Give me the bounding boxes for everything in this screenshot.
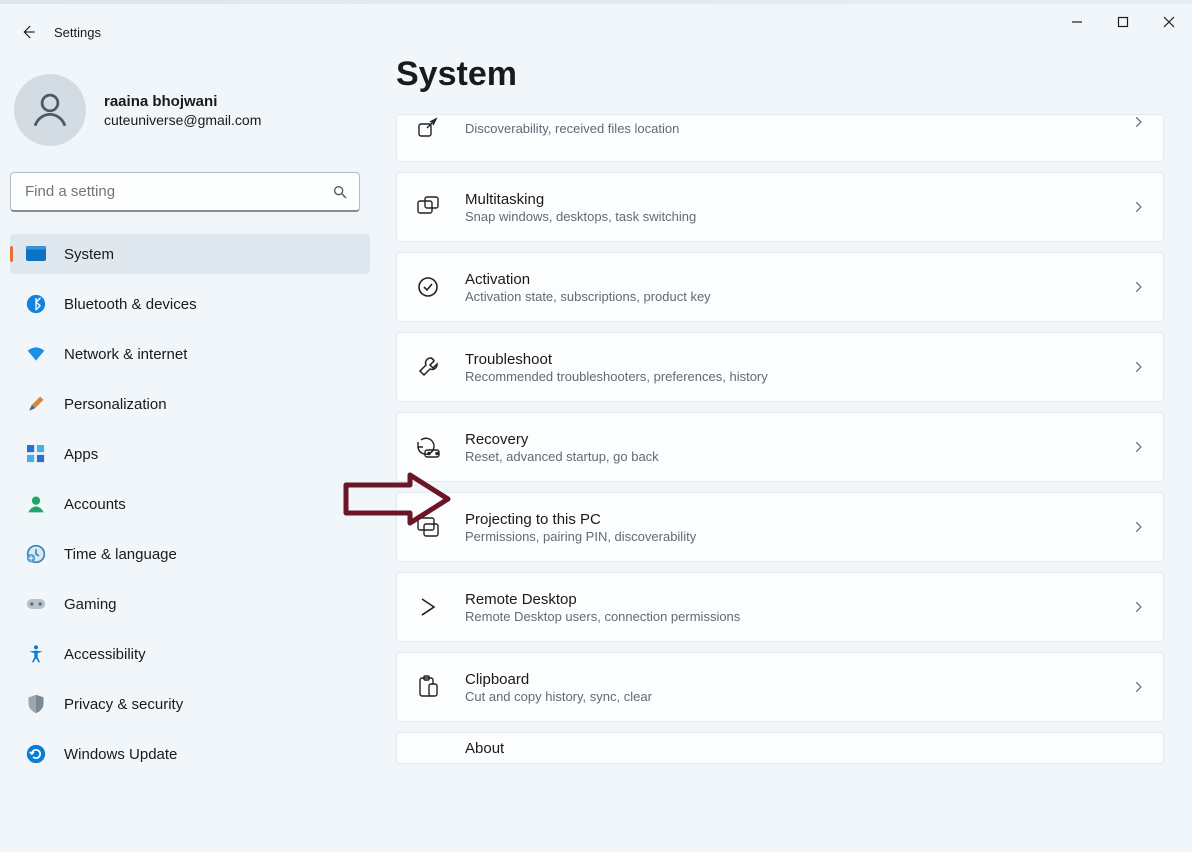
chevron-right-icon (1131, 520, 1145, 534)
sidebar-item-label: Bluetooth & devices (64, 296, 197, 313)
card-title: Remote Desktop (465, 591, 1131, 608)
chevron-right-icon (1131, 600, 1145, 614)
wifi-icon (26, 344, 46, 364)
sidebar-item-accounts[interactable]: Accounts (10, 484, 370, 524)
card-activation[interactable]: Activation Activation state, subscriptio… (396, 252, 1164, 322)
settings-card-list: Discoverability, received files location… (396, 114, 1164, 764)
chevron-right-icon (1131, 680, 1145, 694)
sidebar-item-network[interactable]: Network & internet (10, 334, 370, 374)
accessibility-icon (26, 644, 46, 664)
apps-icon (26, 444, 46, 464)
search-wrap (10, 172, 360, 212)
chevron-right-icon (1131, 360, 1145, 374)
back-arrow-icon (19, 23, 37, 41)
sidebar-item-label: Apps (64, 446, 98, 463)
card-remote-desktop[interactable]: Remote Desktop Remote Desktop users, con… (396, 572, 1164, 642)
card-desc: Snap windows, desktops, task switching (465, 209, 1131, 224)
annotation-arrow-icon (342, 471, 452, 527)
sidebar-item-label: Accounts (64, 496, 126, 513)
card-title: Troubleshoot (465, 351, 1131, 368)
wrench-icon (415, 354, 441, 380)
card-projecting[interactable]: Projecting to this PC Permissions, pairi… (396, 492, 1164, 562)
multitask-icon (415, 194, 441, 220)
sidebar-item-label: Privacy & security (64, 696, 183, 713)
card-recovery[interactable]: Recovery Reset, advanced startup, go bac… (396, 412, 1164, 482)
sidebar-item-system[interactable]: System (10, 234, 370, 274)
sidebar-item-time-language[interactable]: Time & language (10, 534, 370, 574)
sidebar-item-bluetooth[interactable]: Bluetooth & devices (10, 284, 370, 324)
user-email: cuteuniverse@gmail.com (104, 112, 261, 128)
close-icon (1163, 16, 1175, 28)
sidebar-item-label: Gaming (64, 596, 117, 613)
card-title: Projecting to this PC (465, 511, 1131, 528)
chevron-right-icon (1131, 280, 1145, 294)
search-icon (332, 184, 348, 200)
sidebar-item-label: Network & internet (64, 346, 187, 363)
remote-icon (415, 594, 441, 620)
clock-icon (26, 544, 46, 564)
profile-block[interactable]: raaina bhojwani cuteuniverse@gmail.com (10, 70, 370, 170)
card-title: Multitasking (465, 191, 1131, 208)
avatar (14, 74, 86, 146)
window-title: Settings (54, 25, 101, 40)
sidebar-item-windows-update[interactable]: Windows Update (10, 734, 370, 774)
bluetooth-icon (26, 294, 46, 314)
sidebar-item-gaming[interactable]: Gaming (10, 584, 370, 624)
card-desc: Remote Desktop users, connection permiss… (465, 609, 1131, 624)
nav-list: System Bluetooth & devices Network & int… (10, 234, 370, 774)
sidebar: raaina bhojwani cuteuniverse@gmail.com S… (10, 70, 370, 774)
display-icon (26, 244, 46, 264)
brush-icon (26, 394, 46, 414)
close-button[interactable] (1146, 6, 1192, 38)
card-desc: Discoverability, received files location (465, 121, 1131, 136)
sidebar-item-label: Accessibility (64, 646, 146, 663)
title-bar: Settings (0, 4, 1192, 60)
sidebar-item-label: Windows Update (64, 746, 177, 763)
update-icon (26, 744, 46, 764)
clipboard-icon (415, 674, 441, 700)
card-title: Recovery (465, 431, 1131, 448)
card-clipboard[interactable]: Clipboard Cut and copy history, sync, cl… (396, 652, 1164, 722)
chevron-right-icon (1131, 115, 1145, 129)
chevron-right-icon (1131, 440, 1145, 454)
sidebar-item-accessibility[interactable]: Accessibility (10, 634, 370, 674)
card-troubleshoot[interactable]: Troubleshoot Recommended troubleshooters… (396, 332, 1164, 402)
content-area: System Discoverability, received files l… (396, 55, 1164, 852)
user-name: raaina bhojwani (104, 92, 261, 112)
card-title: Clipboard (465, 671, 1131, 688)
search-input[interactable] (10, 172, 360, 212)
page-title: System (396, 55, 1164, 94)
card-desc: Reset, advanced startup, go back (465, 449, 1131, 464)
card-about[interactable]: About (396, 732, 1164, 764)
window-controls (1054, 6, 1192, 38)
card-desc: Cut and copy history, sync, clear (465, 689, 1131, 704)
card-title: Activation (465, 271, 1131, 288)
sidebar-item-label: Personalization (64, 396, 167, 413)
back-button[interactable] (8, 12, 48, 52)
card-title: About (465, 740, 1145, 757)
sidebar-item-label: System (64, 246, 114, 263)
card-nearby-sharing[interactable]: Discoverability, received files location (396, 114, 1164, 162)
sidebar-item-apps[interactable]: Apps (10, 434, 370, 474)
minimize-icon (1071, 16, 1083, 28)
recovery-icon (415, 434, 441, 460)
share-icon (415, 115, 441, 141)
card-desc: Recommended troubleshooters, preferences… (465, 369, 1131, 384)
sidebar-item-privacy-security[interactable]: Privacy & security (10, 684, 370, 724)
card-multitasking[interactable]: Multitasking Snap windows, desktops, tas… (396, 172, 1164, 242)
sidebar-item-label: Time & language (64, 546, 177, 563)
shield-icon (26, 694, 46, 714)
maximize-icon (1117, 16, 1129, 28)
person-icon (29, 89, 71, 131)
chevron-right-icon (1131, 200, 1145, 214)
minimize-button[interactable] (1054, 6, 1100, 38)
account-icon (26, 494, 46, 514)
maximize-button[interactable] (1100, 6, 1146, 38)
gamepad-icon (26, 594, 46, 614)
card-desc: Permissions, pairing PIN, discoverabilit… (465, 529, 1131, 544)
sidebar-item-personalization[interactable]: Personalization (10, 384, 370, 424)
card-desc: Activation state, subscriptions, product… (465, 289, 1131, 304)
check-circle-icon (415, 274, 441, 300)
